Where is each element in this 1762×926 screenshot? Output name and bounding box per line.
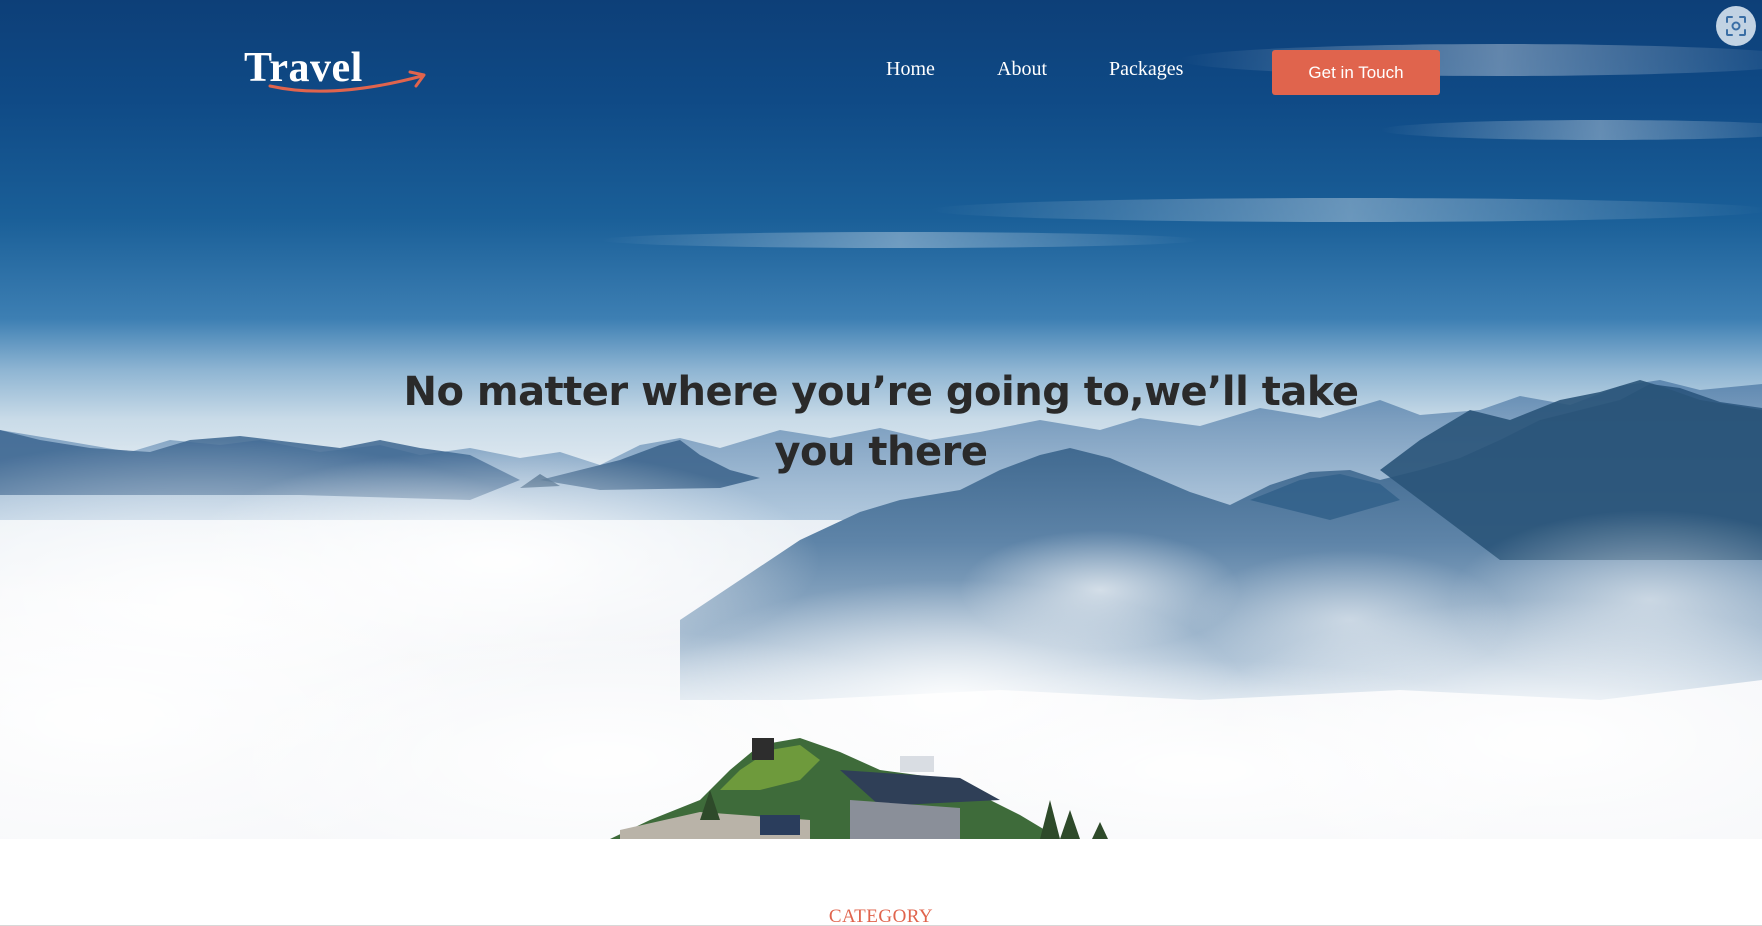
get-in-touch-button[interactable]: Get in Touch: [1272, 50, 1440, 95]
hero-section: Travel Home About Packages Get in Touch …: [0, 0, 1762, 839]
nav-packages-link[interactable]: Packages: [1109, 58, 1183, 81]
category-section-label: CATEGORY: [828, 906, 934, 926]
screenshot-scan-icon: [1726, 16, 1746, 36]
nav-about-link[interactable]: About: [997, 58, 1047, 81]
screenshot-scan-button[interactable]: [1716, 6, 1756, 46]
hero-headline: No matter where you’re going to,we’ll ta…: [403, 369, 1359, 475]
page: Travel Home About Packages Get in Touch …: [0, 0, 1762, 926]
main-nav: Home About Packages: [0, 58, 1762, 88]
nav-home-link[interactable]: Home: [886, 58, 935, 81]
